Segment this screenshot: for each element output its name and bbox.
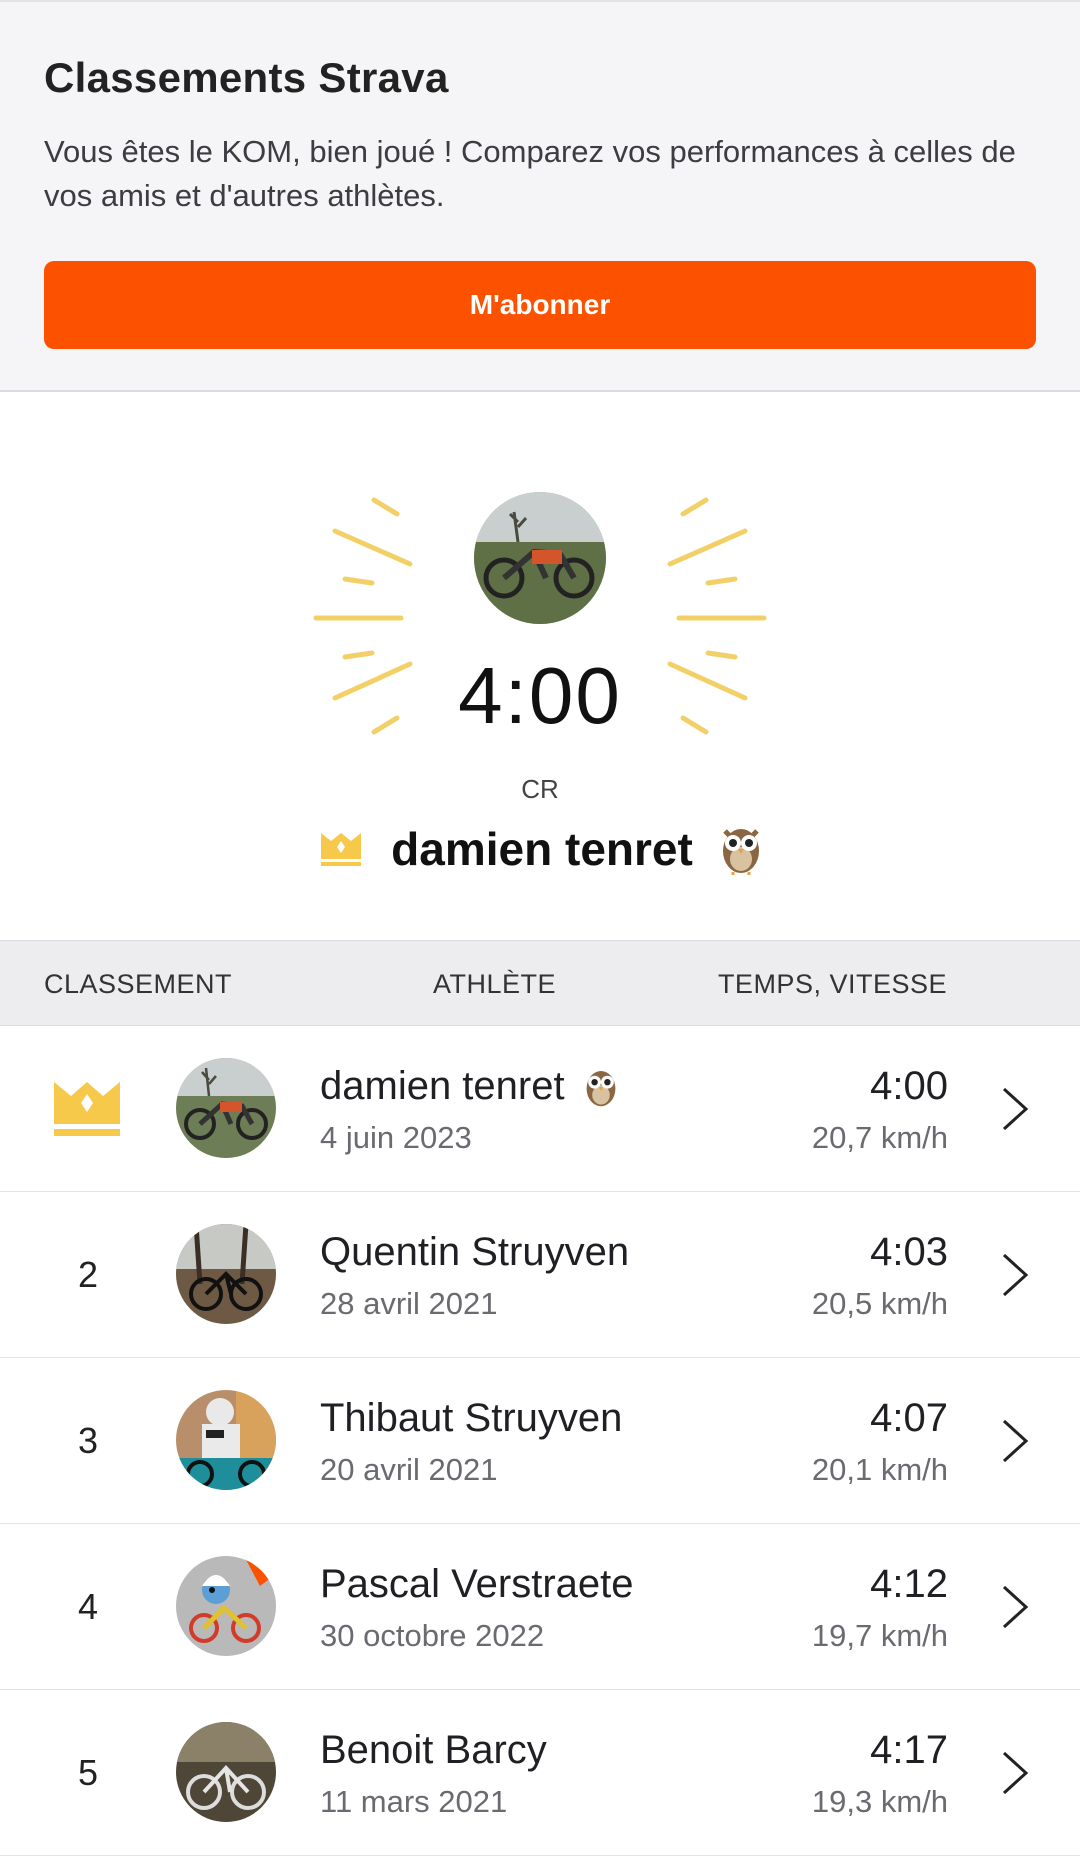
- promo-title: Classements Strava: [44, 54, 449, 101]
- header-time-speed: TEMPS, VITESSE: [717, 969, 947, 999]
- effort-speed: 20,7 km/h: [811, 1120, 948, 1155]
- hero-avatar: [474, 492, 606, 624]
- athlete-avatar: [176, 1556, 276, 1656]
- owl-icon: [586, 1070, 615, 1106]
- chevron-right-icon[interactable]: [1000, 1086, 1030, 1132]
- effort-speed: 20,1 km/h: [811, 1452, 948, 1487]
- chevron-right-icon[interactable]: [1000, 1584, 1030, 1630]
- athlete-avatar: [176, 1390, 276, 1490]
- rank-number: 2: [77, 1254, 99, 1295]
- athlete-name[interactable]: Quentin Struyven: [320, 1230, 629, 1275]
- rank-number: 3: [77, 1420, 99, 1461]
- leaderboard-list: damien tenret 4 juin 2023 4:00 20,7 km/h…: [0, 1026, 1080, 1856]
- effort-speed: 19,7 km/h: [811, 1618, 948, 1653]
- record-holder-name[interactable]: damien tenret: [391, 822, 693, 876]
- subscription-promo: Classements Strava Vous êtes le KOM, bie…: [0, 0, 1080, 392]
- crown-icon: [54, 1082, 120, 1136]
- chevron-right-icon[interactable]: [1000, 1418, 1030, 1464]
- subscribe-button[interactable]: M'abonner: [44, 261, 1036, 349]
- rank-number: 5: [77, 1752, 99, 1793]
- athlete-avatar: [176, 1058, 276, 1158]
- owl-icon: [722, 829, 759, 875]
- header-athlete: ATHLÈTE: [433, 969, 557, 999]
- athlete-name[interactable]: Thibaut Struyven: [320, 1396, 622, 1441]
- leaderboard-row[interactable]: 2 Quentin Struyven 28 avril 2021 4:03 20…: [0, 1192, 1080, 1358]
- leaderboard-row[interactable]: 5 Benoit Barcy 11 mars 2021 4:17 19,3 km…: [0, 1690, 1080, 1856]
- chevron-right-icon[interactable]: [1000, 1750, 1030, 1796]
- course-record-time: 4:00: [458, 651, 622, 740]
- effort-date: 20 avril 2021: [320, 1452, 498, 1487]
- leaderboard-row[interactable]: damien tenret 4 juin 2023 4:00 20,7 km/h: [0, 1026, 1080, 1192]
- athlete-name[interactable]: damien tenret: [320, 1064, 565, 1109]
- effort-date: 30 octobre 2022: [320, 1618, 545, 1653]
- record-holder: damien tenret: [0, 822, 1080, 876]
- course-record-hero: 4:00 CR damien tenret: [0, 392, 1080, 940]
- athlete-name[interactable]: Pascal Verstraete: [320, 1562, 634, 1607]
- leaderboard-row[interactable]: 4 Pascal Verstraete 30 octobre 2022 4:12…: [0, 1524, 1080, 1690]
- athlete-name[interactable]: Benoit Barcy: [320, 1728, 547, 1773]
- rank-number: 4: [77, 1586, 99, 1627]
- leaderboard-header: CLASSEMENT ATHLÈTE TEMPS, VITESSE: [0, 940, 1080, 1026]
- effort-time: 4:07: [870, 1396, 948, 1440]
- effort-time: 4:17: [870, 1728, 948, 1772]
- athlete-avatar: [176, 1224, 276, 1324]
- effort-date: 11 mars 2021: [320, 1784, 508, 1819]
- athlete-avatar: [176, 1722, 276, 1822]
- effort-time: 4:12: [870, 1562, 948, 1606]
- effort-time: 4:03: [870, 1230, 948, 1274]
- effort-time: 4:00: [870, 1064, 948, 1108]
- crown-icon: [321, 833, 362, 866]
- promo-text: Vous êtes le KOM, bien joué ! Comparez v…: [44, 134, 1016, 213]
- leaderboard-row[interactable]: 3 Thibaut Struyven 20 avril 2021 4:07 20…: [0, 1358, 1080, 1524]
- effort-speed: 19,3 km/h: [811, 1784, 948, 1819]
- effort-date: 4 juin 2023: [320, 1120, 472, 1155]
- course-record-label: CR: [521, 774, 559, 804]
- header-rank: CLASSEMENT: [44, 969, 233, 999]
- chevron-right-icon[interactable]: [1000, 1252, 1030, 1298]
- effort-speed: 20,5 km/h: [811, 1286, 948, 1321]
- effort-date: 28 avril 2021: [320, 1286, 498, 1321]
